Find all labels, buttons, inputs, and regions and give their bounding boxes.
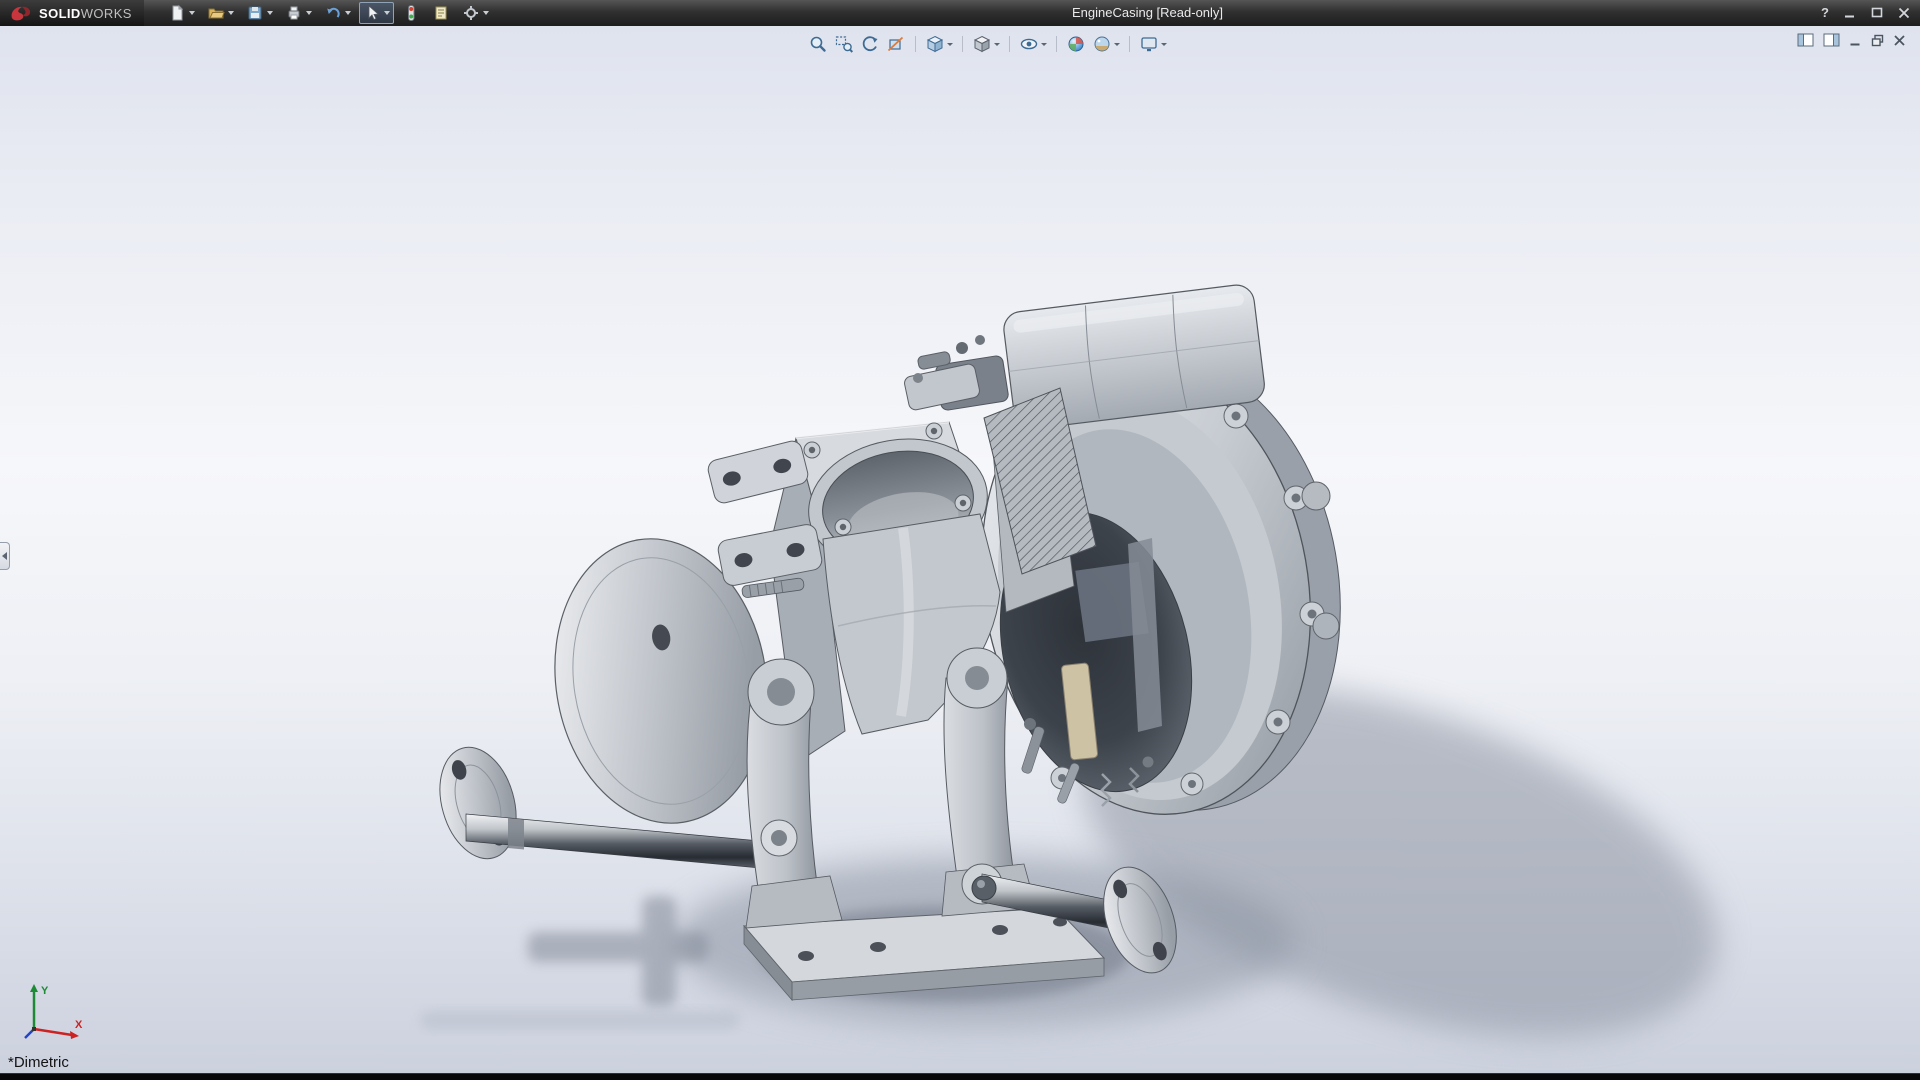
zoom-to-area-icon	[834, 34, 854, 54]
edit-appearance-ball-icon	[1066, 34, 1086, 54]
dropdown-caret[interactable]	[306, 11, 312, 15]
view-orientation-cube-icon	[925, 34, 945, 54]
new-document-button[interactable]	[164, 2, 199, 24]
toolbar-separator	[1129, 36, 1130, 52]
taskbar-edge	[0, 1073, 1920, 1080]
solidworks-logo-icon	[8, 4, 34, 22]
heads-up-view-toolbar	[806, 32, 1169, 56]
print-icon	[285, 4, 303, 22]
engine-casing-model	[0, 26, 1920, 1073]
file-properties-icon	[432, 4, 450, 22]
toolbar-separator	[1009, 36, 1010, 52]
dropdown-caret[interactable]	[384, 11, 390, 15]
dropdown-caret[interactable]	[994, 43, 1000, 46]
window-title: EngineCasing [Read-only]	[1072, 0, 1223, 26]
zoom-to-fit-button[interactable]	[806, 32, 830, 56]
view-settings-icon	[1139, 34, 1159, 54]
apply-scene-icon	[1092, 34, 1112, 54]
open-folder-icon	[207, 4, 225, 22]
print-button[interactable]	[281, 2, 316, 24]
maximize-button[interactable]	[1871, 7, 1883, 19]
display-style-icon	[972, 34, 992, 54]
document-window-controls	[1797, 33, 1906, 47]
dropdown-caret[interactable]	[1161, 43, 1167, 46]
featuremanager-pane-toggle-icon[interactable]	[1797, 33, 1814, 47]
rebuild-button[interactable]	[398, 2, 424, 24]
title-bar: SOLIDWORKS	[0, 0, 1920, 26]
toolbar-separator	[962, 36, 963, 52]
save-icon	[246, 4, 264, 22]
toolbar-separator	[915, 36, 916, 52]
section-view-button[interactable]	[884, 32, 908, 56]
dropdown-caret[interactable]	[228, 11, 234, 15]
file-properties-button[interactable]	[428, 2, 454, 24]
options-button[interactable]	[458, 2, 493, 24]
edit-appearance-button[interactable]	[1064, 32, 1088, 56]
new-document-icon	[168, 4, 186, 22]
dropdown-caret[interactable]	[1041, 43, 1047, 46]
select-button[interactable]	[359, 2, 394, 24]
close-button[interactable]	[1898, 7, 1910, 19]
section-view-icon	[886, 34, 906, 54]
previous-view-button[interactable]	[858, 32, 882, 56]
view-orientation-button[interactable]	[923, 32, 955, 56]
window-controls: ?	[1821, 0, 1910, 26]
options-gear-icon	[462, 4, 480, 22]
rebuild-icon	[402, 4, 420, 22]
undo-button[interactable]	[320, 2, 355, 24]
solidworks-logo: SOLIDWORKS	[0, 0, 144, 26]
help-button[interactable]: ?	[1821, 0, 1829, 26]
triad-x-label: X	[75, 1019, 83, 1031]
previous-view-icon	[860, 34, 880, 54]
view-settings-button[interactable]	[1137, 32, 1169, 56]
document-close-icon[interactable]	[1893, 34, 1906, 47]
dropdown-caret[interactable]	[947, 43, 953, 46]
minimize-icon	[1844, 7, 1856, 19]
dropdown-caret[interactable]	[483, 11, 489, 15]
toolbar-separator	[1056, 36, 1057, 52]
close-icon	[1898, 7, 1910, 19]
brand-text: SOLIDWORKS	[39, 6, 132, 21]
save-button[interactable]	[242, 2, 277, 24]
zoom-to-area-button[interactable]	[832, 32, 856, 56]
dropdown-caret[interactable]	[189, 11, 195, 15]
display-style-button[interactable]	[970, 32, 1002, 56]
maximize-icon	[1871, 7, 1883, 19]
orientation-triad[interactable]: Y X	[20, 981, 90, 1043]
apply-scene-button[interactable]	[1090, 32, 1122, 56]
undo-icon	[324, 4, 342, 22]
dropdown-caret[interactable]	[267, 11, 273, 15]
view-orientation-label: *Dimetric	[8, 1054, 69, 1071]
standard-toolbar	[164, 0, 493, 26]
dropdown-caret[interactable]	[345, 11, 351, 15]
zoom-to-fit-icon	[808, 34, 828, 54]
document-minimize-icon[interactable]	[1849, 34, 1862, 47]
panel-collapse-tab[interactable]	[0, 542, 10, 570]
open-button[interactable]	[203, 2, 238, 24]
collapse-arrow-icon	[2, 552, 7, 560]
graphics-viewport[interactable]: Y X *Dimetric	[0, 26, 1920, 1073]
display-pane-toggle-icon[interactable]	[1823, 33, 1840, 47]
minimize-button[interactable]	[1844, 7, 1856, 19]
document-restore-icon[interactable]	[1871, 34, 1884, 47]
dropdown-caret[interactable]	[1114, 43, 1120, 46]
select-cursor-icon	[363, 4, 381, 22]
triad-y-label: Y	[41, 985, 49, 997]
hide-show-eye-icon	[1019, 34, 1039, 54]
hide-show-items-button[interactable]	[1017, 32, 1049, 56]
